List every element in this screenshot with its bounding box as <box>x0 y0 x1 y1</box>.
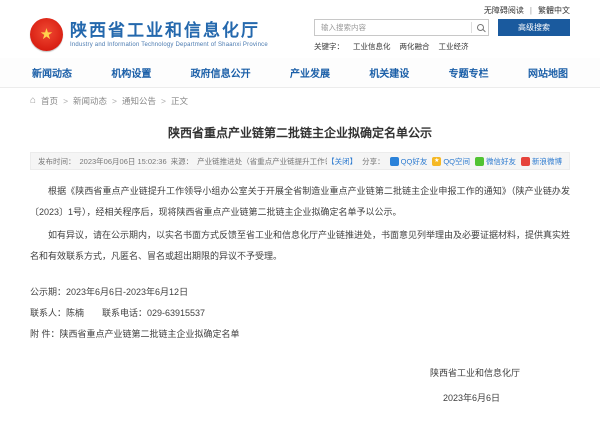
source-label: 来源： <box>171 156 194 167</box>
keyword-link-industrial-economy[interactable]: 工业经济 <box>439 41 469 52</box>
wechat-icon <box>475 157 484 166</box>
breadcrumb-separator: > <box>63 96 68 106</box>
breadcrumb-separator: > <box>161 96 166 106</box>
keyword-link-industry-informatization[interactable]: 工业信息化 <box>353 41 391 52</box>
national-emblem-icon: ★ <box>30 18 63 51</box>
article-meta-bar: 发布时间： 2023年06月06日 15:02:36 来源： 产业链推进处（省重… <box>30 152 570 170</box>
share-wechat-label: 微信好友 <box>486 156 516 167</box>
keywords-label: 关键字： <box>314 41 344 52</box>
site-title-english: Industry and Information Technology Depa… <box>70 42 268 48</box>
primary-nav: 新闻动态 机构设置 政府信息公开 产业发展 机关建设 专题专栏 网站地图 <box>0 58 600 88</box>
attachment-label: 附 件： <box>30 329 60 339</box>
page: 无障碍阅读 | 繁體中文 ★ 陕西省工业和信息化厅 Industry and I… <box>0 0 600 427</box>
share-weibo-label: 新浪微博 <box>532 156 562 167</box>
contact-info: 联系人：陈楠 联系电话：029-63915537 <box>30 303 570 324</box>
attachment-line: 附 件：陕西省重点产业链第二批链主企业拟确定名单 <box>30 324 570 345</box>
nav-item-organization[interactable]: 机构设置 <box>111 65 151 80</box>
search-input[interactable] <box>321 23 471 32</box>
breadcrumb-current: 正文 <box>171 95 188 107</box>
home-icon: ⌂ <box>30 96 36 106</box>
accessibility-link[interactable]: 无障碍阅读 <box>484 5 524 16</box>
share-wechat[interactable]: 微信好友 <box>475 156 516 167</box>
publish-time-value: 2023年06月06日 15:02:36 <box>80 156 167 167</box>
advanced-search-button[interactable]: 高级搜索 <box>498 19 570 36</box>
qq-icon <box>390 157 399 166</box>
share-qq-friend[interactable]: QQ好友 <box>390 156 428 167</box>
article-paragraph-1: 根据《陕西省重点产业链提升工作领导小组办公室关于开展全省制造业重点产业链第二批链… <box>30 181 570 223</box>
traditional-chinese-link[interactable]: 繁體中文 <box>538 5 570 16</box>
breadcrumb-news[interactable]: 新闻动态 <box>73 95 107 107</box>
publish-time-label: 发布时间： <box>38 156 76 167</box>
topbar-divider: | <box>530 6 532 15</box>
nav-item-gov-info[interactable]: 政府信息公开 <box>191 65 251 80</box>
nav-item-agency-building[interactable]: 机关建设 <box>369 65 409 80</box>
site-title: 陕西省工业和信息化厅 <box>70 21 268 40</box>
article-meta-right: 【关闭】 分享： QQ好友 ★ QQ空间 微信好友 新浪微博 <box>327 156 562 167</box>
attachment-link[interactable]: 陕西省重点产业链第二批链主企业拟确定名单 <box>60 329 240 339</box>
search-box <box>314 19 489 36</box>
keyword-link-integration[interactable]: 两化融合 <box>400 41 430 52</box>
public-notice-period: 公示期：2023年6月6日-2023年6月12日 <box>30 282 570 303</box>
search-area: 高级搜索 关键字： 工业信息化 两化融合 工业经济 <box>314 19 570 52</box>
nav-item-news[interactable]: 新闻动态 <box>32 65 72 80</box>
article-paragraph-2: 如有异议，请在公示期内，以实名书面方式反馈至省工业和信息化厅产业链推进处，书面意… <box>30 225 570 267</box>
hot-keywords: 关键字： 工业信息化 两化融合 工业经济 <box>314 41 469 52</box>
qzone-icon: ★ <box>432 157 441 166</box>
emblem-star-icon: ★ <box>40 27 53 42</box>
search-icon-wrap[interactable] <box>471 22 484 33</box>
site-brand[interactable]: ★ 陕西省工业和信息化厅 Industry and Information Te… <box>30 18 268 51</box>
article: 陕西省重点产业链第二批链主企业拟确定名单公示 发布时间： 2023年06月06日… <box>0 124 600 404</box>
brand-text: 陕西省工业和信息化厅 Industry and Information Tech… <box>70 21 268 48</box>
share-qq-friend-label: QQ好友 <box>401 156 428 167</box>
breadcrumb-separator: > <box>112 96 117 106</box>
nav-item-special-columns[interactable]: 专题专栏 <box>449 65 489 80</box>
breadcrumb-notices[interactable]: 通知公告 <box>122 95 156 107</box>
top-utility-bar: 无障碍阅读 | 繁體中文 <box>0 0 600 16</box>
signature-date: 2023年6月6日 <box>30 391 570 404</box>
close-button[interactable]: 【关闭】 <box>327 156 357 167</box>
share-weibo[interactable]: 新浪微博 <box>521 156 562 167</box>
weibo-icon <box>521 157 530 166</box>
source-value: 产业链推进处（省重点产业链提升工作领导小组办公室）） <box>197 156 327 167</box>
nav-item-industry-development[interactable]: 产业发展 <box>290 65 330 80</box>
notice-info-block: 公示期：2023年6月6日-2023年6月12日 联系人：陈楠 联系电话：029… <box>30 282 570 345</box>
site-header: ★ 陕西省工业和信息化厅 Industry and Information Te… <box>0 16 600 58</box>
share-label: 分享： <box>362 156 385 167</box>
share-qzone-label: QQ空间 <box>443 156 470 167</box>
share-qzone[interactable]: ★ QQ空间 <box>432 156 470 167</box>
search-icon <box>477 24 484 31</box>
page-title: 陕西省重点产业链第二批链主企业拟确定名单公示 <box>30 124 570 141</box>
nav-item-sitemap[interactable]: 网站地图 <box>528 65 568 80</box>
article-meta-left: 发布时间： 2023年06月06日 15:02:36 来源： 产业链推进处（省重… <box>38 156 327 167</box>
signature-department: 陕西省工业和信息化厅 <box>30 366 570 379</box>
breadcrumb: ⌂ 首页 > 新闻动态 > 通知公告 > 正文 <box>0 88 600 114</box>
search-row: 高级搜索 <box>314 19 570 36</box>
breadcrumb-home[interactable]: 首页 <box>41 95 58 107</box>
